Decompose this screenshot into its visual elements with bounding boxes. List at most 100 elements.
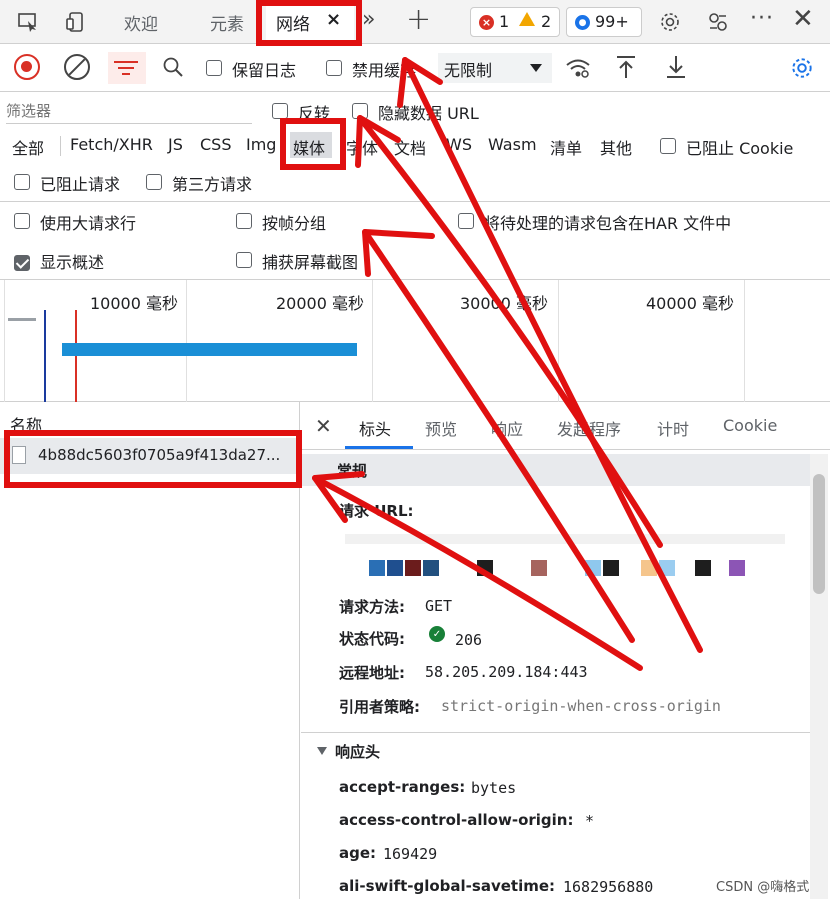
- group-by-frame-label: 按帧分组: [262, 214, 327, 233]
- third-party-checkbox[interactable]: [146, 174, 162, 190]
- tab-network[interactable]: 网络 ×: [266, 3, 354, 41]
- tab-cookies[interactable]: Cookie: [723, 416, 777, 435]
- preserve-log-checkbox[interactable]: [206, 60, 222, 76]
- tab-elements[interactable]: 元素: [210, 10, 244, 35]
- tab-welcome[interactable]: 欢迎: [124, 10, 158, 35]
- general-section-header[interactable]: 常规: [301, 454, 810, 486]
- timeline-tick: 30000 毫秒: [460, 294, 548, 313]
- header-value: bytes: [471, 779, 517, 797]
- filter-type-all[interactable]: 全部: [12, 135, 44, 159]
- filter-type-doc[interactable]: 文档: [394, 135, 426, 159]
- network-toolbar: 保留日志 禁用缓存 无限制: [0, 44, 830, 92]
- more-tabs-icon[interactable]: »: [362, 7, 375, 32]
- filter-type-js[interactable]: JS: [168, 135, 183, 154]
- header-key: age:: [339, 844, 377, 862]
- device-toggle-icon[interactable]: [62, 8, 90, 36]
- detail-scrollbar[interactable]: [810, 454, 828, 899]
- response-headers-section-header[interactable]: 响应头: [301, 732, 810, 766]
- timeline-overview[interactable]: 10000 毫秒 20000 毫秒 30000 毫秒 40000 毫秒: [0, 280, 830, 402]
- header-key: access-control-allow-origin:: [339, 811, 574, 829]
- capture-screenshots-label: 捕获屏幕截图: [262, 253, 359, 272]
- filter-type-ws[interactable]: WS: [446, 135, 472, 154]
- filter-input[interactable]: [6, 98, 252, 124]
- header-key: ali-swift-global-savetime:: [339, 877, 556, 895]
- header-value: *: [585, 812, 595, 830]
- request-url-label: 请求 URL:: [339, 502, 414, 520]
- filter-icon[interactable]: [108, 52, 146, 84]
- capture-screenshots-checkbox[interactable]: [236, 252, 252, 268]
- tab-timing[interactable]: 计时: [657, 416, 689, 440]
- import-har-icon[interactable]: [612, 52, 640, 82]
- header-value: 169429: [383, 845, 438, 863]
- timeline-dcl-line: [44, 310, 46, 402]
- tab-response[interactable]: 响应: [491, 416, 523, 440]
- disable-cache-checkbox[interactable]: [326, 60, 342, 76]
- filter-type-wasm[interactable]: Wasm: [488, 135, 537, 154]
- watermark: CSDN @嗨格式: [716, 880, 810, 895]
- close-detail-icon[interactable]: ✕: [315, 414, 332, 438]
- group-by-frame-checkbox[interactable]: [236, 213, 252, 229]
- invert-label: 反转: [298, 104, 331, 123]
- filter-divider: [60, 136, 61, 156]
- scrollbar-thumb[interactable]: [813, 474, 825, 594]
- show-overview-checkbox[interactable]: [14, 254, 30, 271]
- tab-preview[interactable]: 预览: [425, 416, 457, 440]
- tab-initiator[interactable]: 发起程序: [557, 416, 621, 440]
- network-conditions-icon[interactable]: [564, 54, 592, 82]
- issues-badge[interactable]: ● 99+: [566, 7, 642, 37]
- large-rows-checkbox[interactable]: [14, 213, 30, 229]
- filter-type-other[interactable]: 其他: [600, 135, 632, 159]
- filter-type-media[interactable]: 媒体: [293, 135, 325, 159]
- close-devtools-icon[interactable]: ✕: [792, 4, 814, 34]
- tab-network-label: 网络: [276, 15, 310, 35]
- header-key: accept-ranges:: [339, 778, 466, 796]
- filter-type-manifest[interactable]: 清单: [550, 135, 582, 159]
- disable-cache-label: 禁用缓存: [352, 61, 417, 80]
- more-menu-icon[interactable]: ···: [750, 6, 774, 31]
- filter-type-img[interactable]: Img: [246, 135, 276, 154]
- search-icon[interactable]: [160, 54, 186, 80]
- request-list: 名称 4b88dc5603f0705a9f413da27...: [0, 402, 300, 899]
- show-overview-label: 显示概述: [40, 253, 105, 272]
- error-count: 1: [499, 12, 510, 31]
- expand-triangle-icon: [317, 747, 327, 755]
- tab-headers-underline: [345, 446, 413, 449]
- timeline-request-bar: [62, 343, 357, 356]
- inspect-icon[interactable]: [14, 8, 42, 36]
- close-icon[interactable]: ×: [326, 9, 341, 30]
- blocked-cookies-checkbox[interactable]: [660, 138, 676, 154]
- filter-type-css[interactable]: CSS: [200, 135, 231, 154]
- export-har-icon[interactable]: [662, 52, 690, 82]
- table-row[interactable]: 4b88dc5603f0705a9f413da27...: [0, 438, 300, 474]
- detail-tabs: ✕ 标头 预览 响应 发起程序 计时 Cookie: [301, 402, 830, 450]
- status-success-icon: ✓: [429, 626, 445, 642]
- referrer-policy-value: strict-origin-when-cross-origin: [441, 697, 721, 715]
- network-settings-icon[interactable]: [788, 54, 816, 82]
- customize-icon[interactable]: [704, 8, 732, 36]
- remote-address-label: 远程地址:: [339, 664, 405, 682]
- file-icon: [12, 446, 26, 464]
- add-tab-icon[interactable]: +: [406, 2, 431, 37]
- throttle-select[interactable]: 无限制: [438, 53, 552, 83]
- har-pending-label: 将待处理的请求包含在HAR 文件中: [484, 214, 732, 233]
- invert-checkbox[interactable]: [272, 103, 288, 119]
- gear-icon[interactable]: [656, 8, 684, 36]
- filter-type-font[interactable]: 字体: [346, 135, 378, 159]
- clear-icon[interactable]: [64, 54, 90, 80]
- blocked-requests-checkbox[interactable]: [14, 174, 30, 190]
- hide-data-urls-checkbox[interactable]: [352, 103, 368, 119]
- general-title: 常规: [337, 462, 368, 480]
- har-pending-checkbox[interactable]: [458, 213, 474, 229]
- record-icon[interactable]: [14, 54, 40, 80]
- referrer-policy-label: 引用者策略:: [339, 698, 420, 716]
- tab-headers[interactable]: 标头: [359, 416, 391, 440]
- error-warning-badge[interactable]: × 1 2: [470, 7, 560, 37]
- blocked-requests-label: 已阻止请求: [40, 175, 121, 194]
- warning-icon: [519, 12, 535, 26]
- preserve-log-label: 保留日志: [232, 61, 297, 80]
- timeline-load-line: [75, 310, 77, 402]
- status-code-label: 状态代码:: [339, 630, 405, 648]
- timeline-tick: 20000 毫秒: [276, 294, 364, 313]
- header-value: 1682956880: [563, 878, 654, 896]
- filter-type-fetch-xhr[interactable]: Fetch/XHR: [70, 135, 153, 154]
